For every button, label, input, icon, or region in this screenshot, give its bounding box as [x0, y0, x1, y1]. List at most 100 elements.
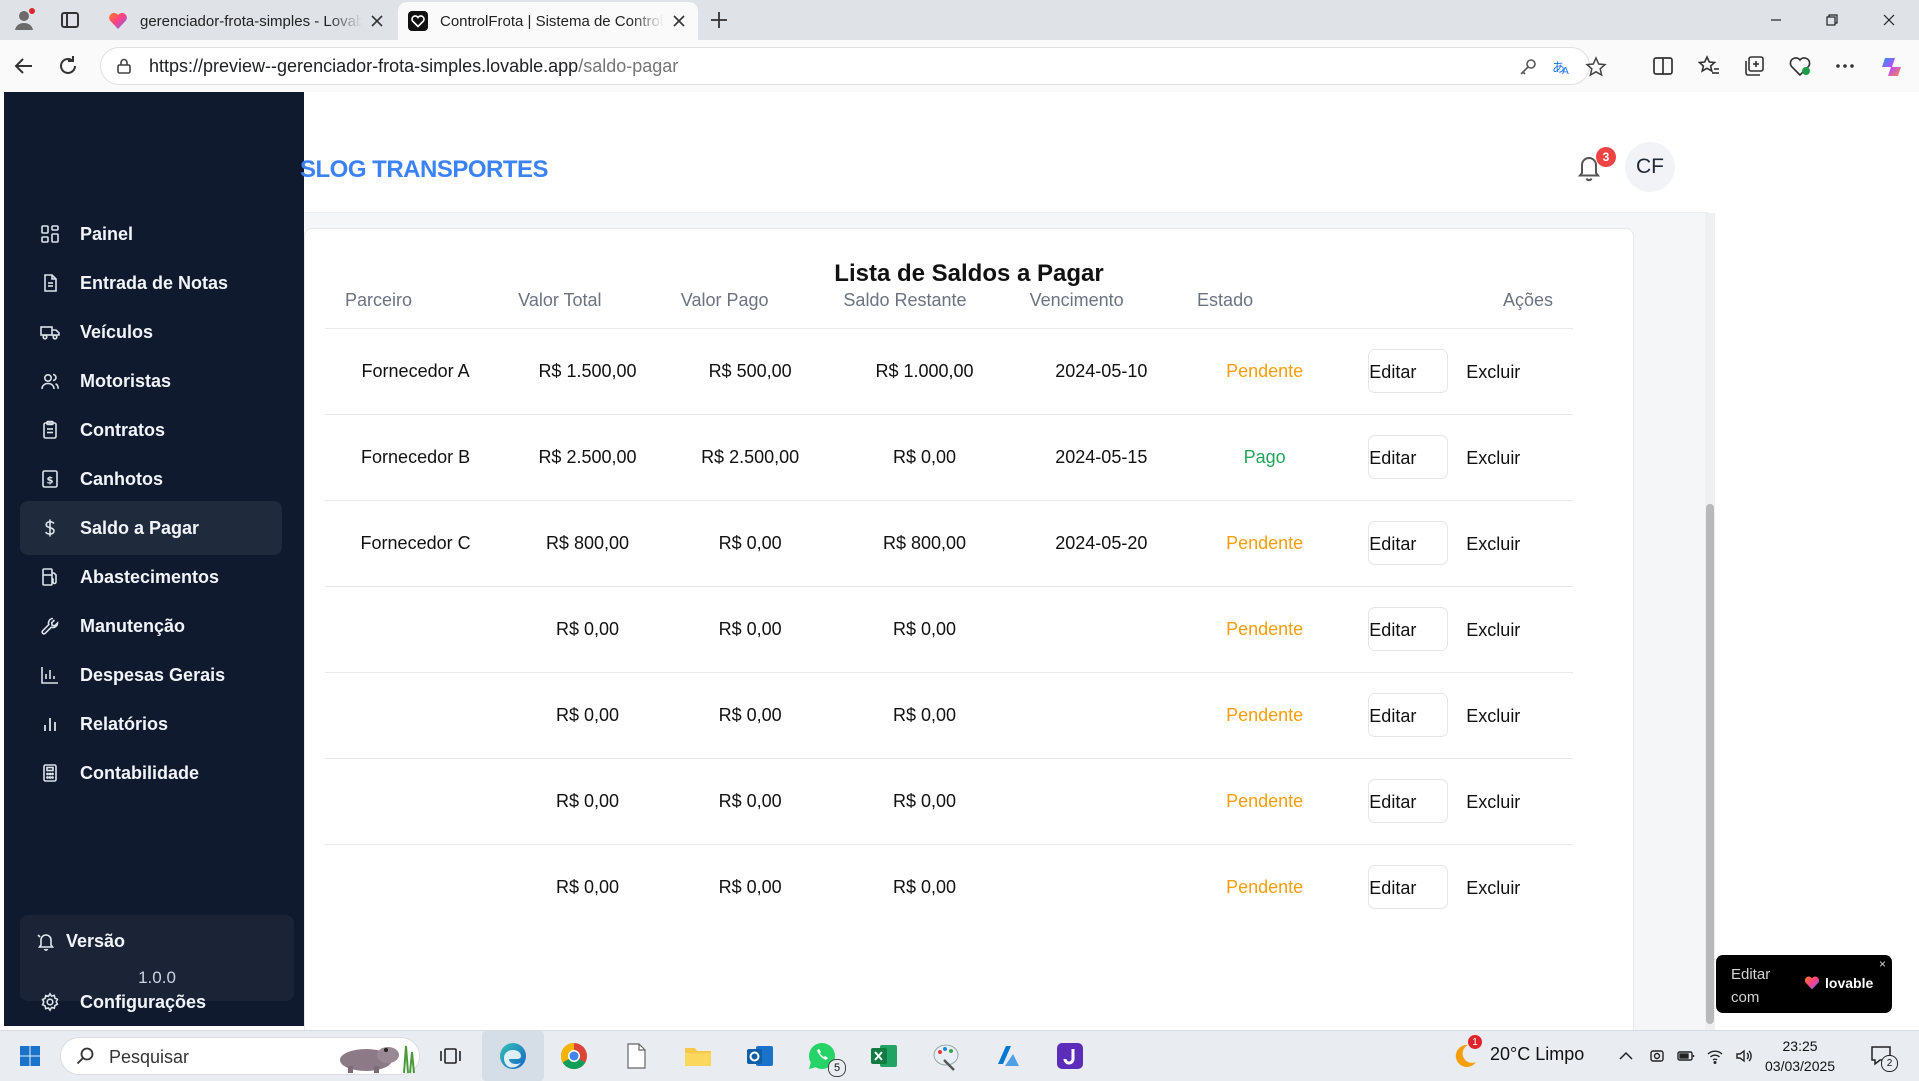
- bell-icon: [36, 931, 56, 951]
- excel-icon[interactable]: [868, 1040, 900, 1072]
- key-icon[interactable]: [1517, 56, 1539, 78]
- system-clock[interactable]: 23:25 03/03/2025: [1765, 1036, 1835, 1076]
- site-info-icon[interactable]: [115, 57, 133, 75]
- edit-button[interactable]: Editar: [1368, 349, 1449, 393]
- sidebar-item-veiculos[interactable]: Veículos: [20, 305, 282, 359]
- profile-icon[interactable]: [12, 8, 36, 32]
- heart-favicon-icon: [408, 11, 428, 31]
- status-badge: Pendente: [1226, 877, 1304, 897]
- azure-data-studio-icon[interactable]: [992, 1040, 1024, 1072]
- delete-button[interactable]: Excluir: [1466, 436, 1534, 480]
- restore-icon[interactable]: [1822, 10, 1842, 30]
- close-tab-icon[interactable]: [368, 12, 386, 30]
- cell-parceiro: Fornecedor A: [325, 328, 507, 415]
- cell-valor-pago: R$ 0,00: [668, 500, 832, 587]
- address-bar[interactable]: https://preview--gerenciador-frota-simpl…: [100, 47, 1607, 85]
- close-tab-icon[interactable]: [670, 12, 688, 30]
- sidebar-item-label: Canhotos: [80, 468, 163, 489]
- cell-valor-pago: R$ 2.500,00: [668, 414, 832, 501]
- cell-vencimento: [1018, 845, 1185, 931]
- delete-button[interactable]: Excluir: [1466, 694, 1534, 738]
- delete-button[interactable]: Excluir: [1466, 780, 1534, 824]
- edge-browser-icon[interactable]: [497, 1040, 529, 1072]
- copilot-icon[interactable]: [1879, 54, 1903, 78]
- document-icon: [40, 273, 60, 293]
- sidebar-item-contratos[interactable]: Contratos: [20, 403, 282, 457]
- sidebar-item-despesas-gerais[interactable]: Despesas Gerais: [20, 648, 282, 702]
- cell-saldo-restante: R$ 0,00: [831, 414, 1018, 501]
- status-badge: Pago: [1185, 414, 1345, 501]
- wrench-icon: [40, 616, 60, 636]
- new-tab-icon[interactable]: [707, 8, 731, 32]
- task-view-icon[interactable]: [434, 1040, 466, 1072]
- taskbar-search-box[interactable]: Pesquisar: [60, 1037, 420, 1075]
- sidebar-item-painel[interactable]: Painel: [20, 207, 282, 261]
- close-window-icon[interactable]: [1879, 10, 1899, 30]
- wifi-icon[interactable]: [1706, 1047, 1724, 1065]
- svg-text:$: $: [47, 476, 54, 487]
- minimize-icon[interactable]: [1766, 10, 1786, 30]
- delete-button[interactable]: Excluir: [1466, 866, 1534, 910]
- chrome-icon[interactable]: [558, 1040, 590, 1072]
- volume-icon[interactable]: [1735, 1047, 1753, 1065]
- tab-title: ControlFrota | Sistema de Controle: [440, 12, 664, 30]
- tab-lovable-editor[interactable]: gerenciador-frota-simples - Lovable: [98, 2, 396, 40]
- collections-icon[interactable]: [1742, 54, 1766, 78]
- chevron-up-icon[interactable]: [1617, 1047, 1635, 1065]
- avatar[interactable]: CF: [1625, 142, 1675, 192]
- windows-start-icon[interactable]: [14, 1040, 46, 1072]
- cell-acoes: Editar Excluir: [1344, 414, 1573, 501]
- edit-button[interactable]: Editar: [1368, 693, 1449, 737]
- delete-button[interactable]: Excluir: [1466, 350, 1534, 394]
- weather-text[interactable]: 20°C Limpo: [1490, 1044, 1584, 1065]
- page-scrollbar-thumb[interactable]: [1706, 504, 1714, 1024]
- cell-acoes: Editar Excluir: [1344, 328, 1573, 415]
- status-badge: Pendente: [1185, 328, 1345, 415]
- back-icon[interactable]: [12, 54, 36, 78]
- sidebar-item-abastecimentos[interactable]: Abastecimentos: [20, 550, 282, 604]
- sidebar-item-motoristas[interactable]: Motoristas: [20, 354, 282, 408]
- split-screen-icon[interactable]: [1651, 54, 1675, 78]
- sidebar-item-saldo-a-pagar[interactable]: Saldo a Pagar: [20, 501, 282, 555]
- cell-acoes: Editar Excluir: [1344, 672, 1573, 759]
- tab-title: gerenciador-frota-simples - Lovable: [140, 12, 362, 30]
- edit-button[interactable]: Editar: [1368, 779, 1449, 823]
- cell-acoes: Editar Excluir: [1344, 586, 1573, 673]
- file-document-icon[interactable]: [620, 1040, 652, 1072]
- cell-saldo-restante: R$ 0,00: [892, 877, 957, 897]
- sidebar-item-configuracoes[interactable]: Configurações: [20, 979, 282, 1025]
- battery-icon[interactable]: [1677, 1047, 1695, 1065]
- outlook-icon[interactable]: [744, 1040, 776, 1072]
- edit-button[interactable]: Editar: [1368, 607, 1449, 651]
- sidebar-item-relatorios[interactable]: Relatórios: [20, 697, 282, 751]
- edit-button[interactable]: Editar: [1368, 435, 1449, 479]
- sidebar-item-label: Veículos: [80, 321, 154, 342]
- edit-button[interactable]: Editar: [1368, 521, 1449, 565]
- lovable-heart-icon: [108, 11, 128, 31]
- browser-essentials-icon[interactable]: [1788, 54, 1812, 78]
- paint-app-icon[interactable]: [930, 1040, 962, 1072]
- sidebar-item-canhotos[interactable]: $ Canhotos: [20, 452, 282, 506]
- edit-button[interactable]: Editar: [1368, 865, 1449, 909]
- delete-button[interactable]: Excluir: [1466, 608, 1534, 652]
- cell-valor-total: R$ 0,00: [506, 758, 669, 845]
- sidebar-item-contabilidade[interactable]: Contabilidade: [20, 746, 282, 800]
- edit-with-lovable-badge[interactable]: Editar com lovable ×: [1716, 955, 1892, 1013]
- camera-icon[interactable]: [1648, 1047, 1666, 1065]
- translate-icon[interactable]: あA: [1551, 56, 1573, 78]
- cell-parceiro: Fornecedor B: [325, 414, 507, 501]
- cell-saldo-restante: R$ 0,00: [831, 586, 1018, 673]
- close-badge-icon[interactable]: ×: [1879, 957, 1886, 971]
- sidebar-item-entrada-de-notas[interactable]: Entrada de Notas: [20, 256, 282, 310]
- favorites-icon[interactable]: [1697, 54, 1721, 78]
- file-explorer-icon[interactable]: [682, 1040, 714, 1072]
- url-host: https://preview--gerenciador-frota-simpl…: [149, 55, 579, 76]
- sidebar-item-manutencao[interactable]: Manutenção: [20, 599, 282, 653]
- tab-controlfrota[interactable]: ControlFrota | Sistema de Controle: [398, 2, 698, 40]
- reload-icon[interactable]: [56, 54, 80, 78]
- delete-button[interactable]: Excluir: [1466, 522, 1534, 566]
- tab-actions-icon[interactable]: [58, 8, 82, 32]
- favorite-star-icon[interactable]: [1585, 56, 1607, 78]
- jira-app-icon[interactable]: [1054, 1040, 1086, 1072]
- more-options-icon[interactable]: [1833, 54, 1857, 78]
